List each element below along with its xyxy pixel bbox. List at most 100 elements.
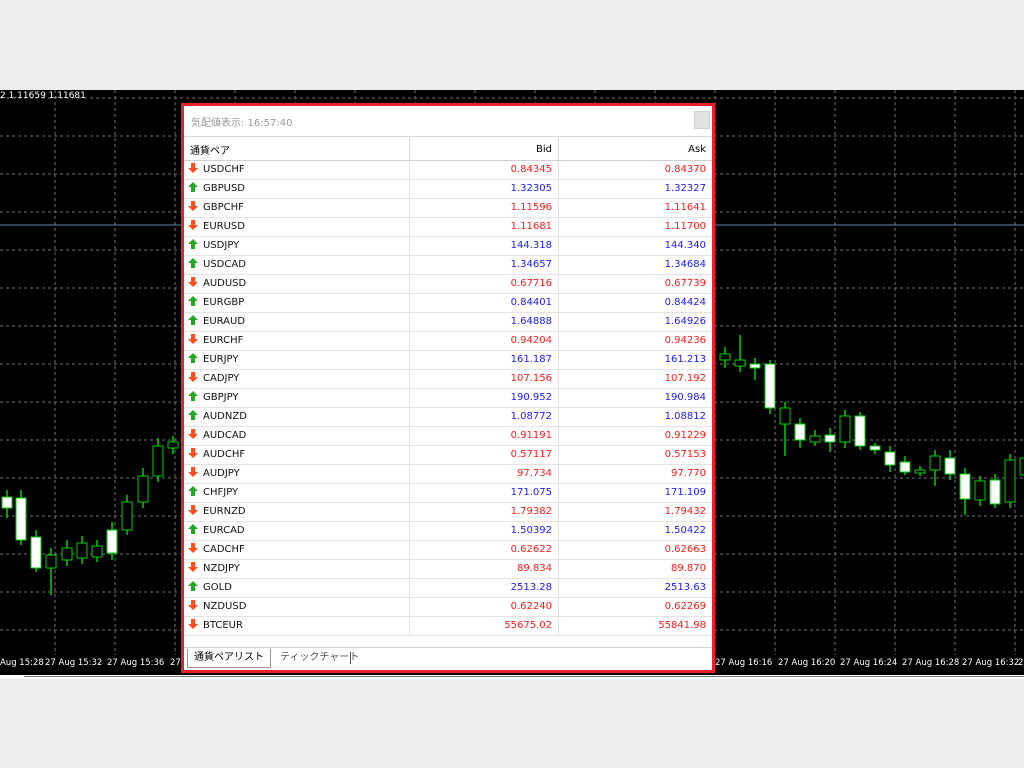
bid-cell: 0.84345 xyxy=(409,160,559,180)
close-button[interactable] xyxy=(694,111,710,129)
ask-cell: 1.34684 xyxy=(558,255,712,275)
table-row[interactable]: EURNZD 1.79382 1.79432 xyxy=(184,502,712,522)
time-axis-label: 27 Aug 16:28 xyxy=(902,658,960,668)
symbol-cell: EURUSD xyxy=(184,217,410,237)
market-watch-titlebar[interactable]: 気配値表示: 16:57:40 xyxy=(184,106,712,137)
time-axis-label: 27 xyxy=(170,658,181,668)
down-arrow-icon xyxy=(188,372,198,382)
table-row[interactable]: NZDUSD 0.62240 0.62269 xyxy=(184,597,712,617)
chart-scrollbar[interactable] xyxy=(0,675,1024,679)
up-arrow-icon xyxy=(188,353,198,363)
symbol-cell: AUDUSD xyxy=(184,274,410,294)
table-row[interactable]: CHFJPY 171.075 171.109 xyxy=(184,483,712,503)
candle xyxy=(809,430,821,446)
symbol-label: USDCAD xyxy=(203,259,246,270)
symbol-cell: USDCHF xyxy=(184,160,410,180)
table-row[interactable]: EURGBP 0.84401 0.84424 xyxy=(184,293,712,313)
table-row[interactable]: NZDJPY 89.834 89.870 xyxy=(184,559,712,579)
ask-cell: 1.64926 xyxy=(558,312,712,332)
market-watch-window[interactable]: 気配値表示: 16:57:40 通貨ペア Bid Ask USDCHF 0.843… xyxy=(181,103,715,673)
table-row[interactable]: BTCEUR 55675.02 55841.98 xyxy=(184,616,712,636)
market-watch-title: 気配値表示: 16:57:40 xyxy=(191,118,293,129)
table-row[interactable]: EURJPY 161.187 161.213 xyxy=(184,350,712,370)
bid-cell: 55675.02 xyxy=(409,616,559,636)
candle xyxy=(989,474,1001,508)
candle xyxy=(1,490,13,518)
ask-cell: 0.84370 xyxy=(558,160,712,180)
time-axis-label: 27 Aug 16:20 xyxy=(778,658,836,668)
bid-cell: 1.64888 xyxy=(409,312,559,332)
symbol-label: EURAUD xyxy=(203,316,246,327)
symbol-cell: NZDJPY xyxy=(184,559,410,579)
table-row[interactable]: GBPUSD 1.32305 1.32327 xyxy=(184,179,712,199)
symbol-cell: EURNZD xyxy=(184,502,410,522)
symbol-label: CADCHF xyxy=(203,544,245,555)
bid-cell: 0.84401 xyxy=(409,293,559,313)
symbol-cell: GBPUSD xyxy=(184,179,410,199)
table-row[interactable]: AUDUSD 0.67716 0.67739 xyxy=(184,274,712,294)
down-arrow-icon xyxy=(188,505,198,515)
ask-cell: 1.08812 xyxy=(558,407,712,427)
up-arrow-icon xyxy=(188,296,198,306)
table-row[interactable]: CADCHF 0.62622 0.62663 xyxy=(184,540,712,560)
market-watch-tabs: 通貨ペアリスト ティックチャート xyxy=(184,647,712,670)
time-axis-label: 27 Aug 15:36 xyxy=(107,658,165,668)
candle xyxy=(121,495,133,535)
symbol-cell: EURCHF xyxy=(184,331,410,351)
up-arrow-icon xyxy=(188,486,198,496)
table-row[interactable]: GBPJPY 190.952 190.984 xyxy=(184,388,712,408)
candle xyxy=(794,418,806,448)
table-row[interactable]: AUDJPY 97.734 97.770 xyxy=(184,464,712,484)
candle xyxy=(929,450,941,486)
symbol-cell: EURJPY xyxy=(184,350,410,370)
symbol-cell: EURGBP xyxy=(184,293,410,313)
bid-cell: 2513.28 xyxy=(409,578,559,598)
symbol-label: EURGBP xyxy=(203,297,245,308)
down-arrow-icon xyxy=(188,600,198,610)
down-arrow-icon xyxy=(188,277,198,287)
ask-cell: 1.50422 xyxy=(558,521,712,541)
table-row[interactable]: GBPCHF 1.11596 1.11641 xyxy=(184,198,712,218)
symbol-label: NZDJPY xyxy=(203,563,240,574)
table-row[interactable]: AUDCAD 0.91191 0.91229 xyxy=(184,426,712,446)
table-row[interactable]: GOLD 2513.28 2513.63 xyxy=(184,578,712,598)
symbol-label: CADJPY xyxy=(203,373,240,384)
bid-cell: 1.79382 xyxy=(409,502,559,522)
candle xyxy=(854,412,866,450)
tab-symbol-list[interactable]: 通貨ペアリスト xyxy=(187,649,271,668)
table-row[interactable]: AUDNZD 1.08772 1.08812 xyxy=(184,407,712,427)
ask-cell: 171.109 xyxy=(558,483,712,503)
column-header-bid[interactable]: Bid xyxy=(409,138,559,161)
bid-cell: 1.50392 xyxy=(409,521,559,541)
column-header-symbol[interactable]: 通貨ペア xyxy=(184,138,410,161)
symbol-label: EURCHF xyxy=(203,335,244,346)
bid-cell: 0.57117 xyxy=(409,445,559,465)
table-row[interactable]: EURAUD 1.64888 1.64926 xyxy=(184,312,712,332)
market-watch-table: 通貨ペア Bid Ask USDCHF 0.84345 0.84370 GBPUSD 1… xyxy=(184,138,712,636)
table-row[interactable]: CADJPY 107.156 107.192 xyxy=(184,369,712,389)
symbol-label: USDCHF xyxy=(203,164,245,175)
table-row[interactable]: EURCAD 1.50392 1.50422 xyxy=(184,521,712,541)
time-axis-label: 2 xyxy=(1018,658,1024,668)
ask-cell: 0.62269 xyxy=(558,597,712,617)
ask-cell: 97.770 xyxy=(558,464,712,484)
time-axis-label: 27 Aug 15:32 xyxy=(45,658,103,668)
tab-tick-chart[interactable]: ティックチャート xyxy=(274,649,365,667)
table-row[interactable]: USDJPY 144.318 144.340 xyxy=(184,236,712,256)
bid-cell: 0.91191 xyxy=(409,426,559,446)
bid-cell: 1.08772 xyxy=(409,407,559,427)
candle xyxy=(839,410,851,448)
ask-cell: 1.11641 xyxy=(558,198,712,218)
time-axis-label: Aug 15:28 xyxy=(0,658,44,668)
up-arrow-icon xyxy=(188,239,198,249)
bid-cell: 190.952 xyxy=(409,388,559,408)
table-row[interactable]: USDCHF 0.84345 0.84370 xyxy=(184,160,712,180)
table-row[interactable]: AUDCHF 0.57117 0.57153 xyxy=(184,445,712,465)
table-row[interactable]: EURCHF 0.94204 0.94236 xyxy=(184,331,712,351)
column-header-ask[interactable]: Ask xyxy=(558,138,712,161)
time-axis-label: 27 Aug 16:24 xyxy=(840,658,898,668)
candle xyxy=(884,446,896,472)
symbol-cell: GBPJPY xyxy=(184,388,410,408)
table-row[interactable]: EURUSD 1.11681 1.11700 xyxy=(184,217,712,237)
table-row[interactable]: USDCAD 1.34657 1.34684 xyxy=(184,255,712,275)
